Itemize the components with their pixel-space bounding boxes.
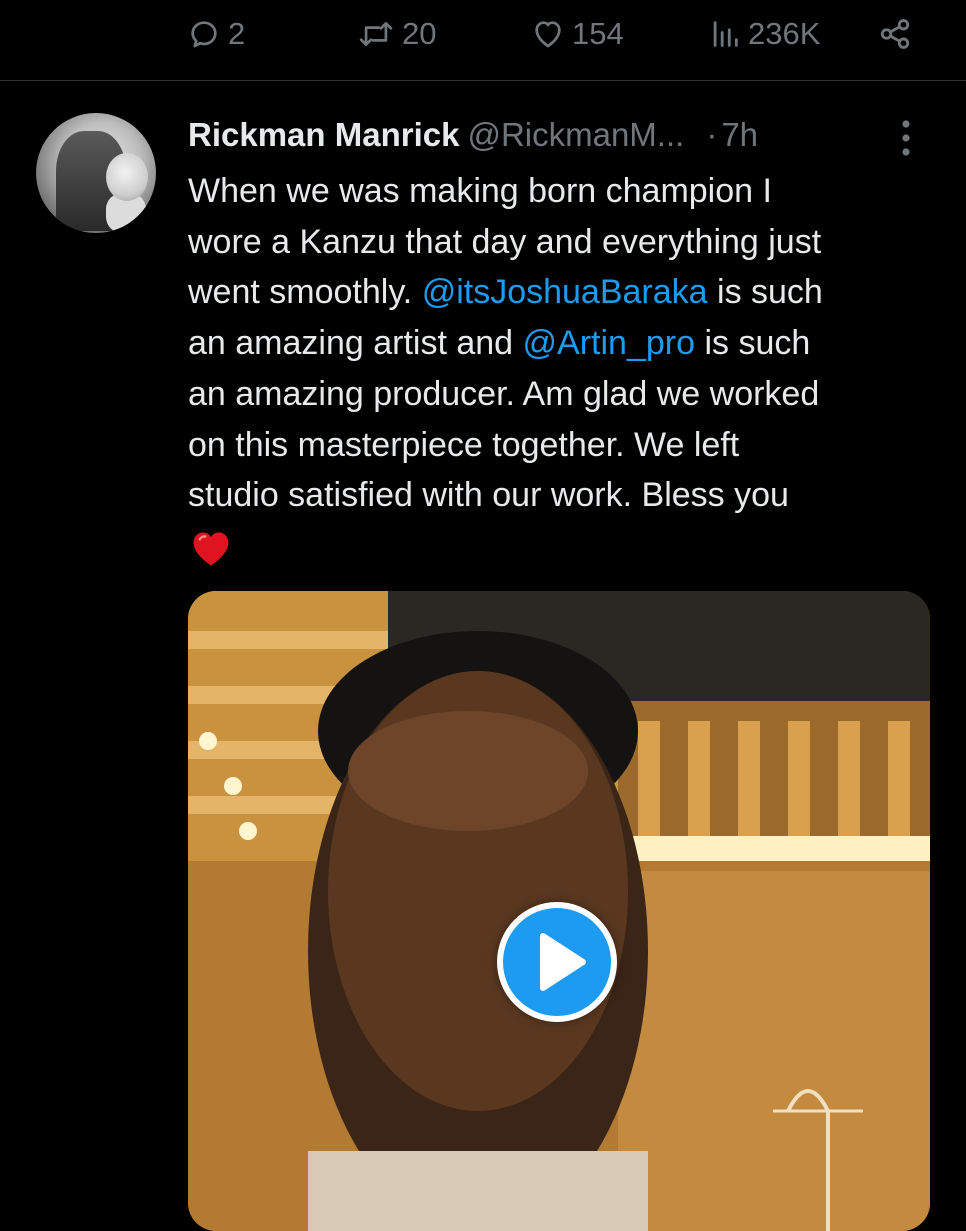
- like-button[interactable]: 154: [530, 14, 624, 54]
- user-handle[interactable]: @RickmanM...: [467, 116, 684, 153]
- reply-button[interactable]: 2: [186, 14, 245, 54]
- tweet-text-line: went smoothly. @itsJoshuaBaraka is such: [188, 273, 823, 312]
- tweet-header: Rickman Manrick @RickmanM... · 7h: [188, 112, 928, 160]
- display-name[interactable]: Rickman Manrick: [188, 116, 459, 153]
- avatar[interactable]: [36, 113, 156, 233]
- views-count: 236K: [748, 16, 821, 51]
- views-icon: [708, 17, 742, 51]
- share-icon: [878, 17, 912, 51]
- more-options-icon[interactable]: [896, 118, 916, 158]
- reply-icon: [186, 17, 222, 51]
- previous-tweet-action-bar: 2 20 154 236K: [0, 0, 966, 80]
- heart-outline-icon: [530, 17, 566, 51]
- time-separator: ·: [706, 116, 718, 153]
- tweet-text-line: studio satisfied with our work. Bless yo…: [188, 476, 789, 515]
- tweet-text-line: an amazing producer. Am glad we worked: [188, 374, 820, 413]
- share-button[interactable]: [878, 14, 912, 54]
- like-count: 154: [572, 16, 624, 51]
- tweet-text-line: When we was making born champion I: [188, 172, 772, 210]
- tweet-text-line: an amazing artist and @Artin_pro is such: [188, 324, 811, 363]
- tweet-text-line: on this masterpiece together. We left: [188, 425, 740, 464]
- tweet-divider: [0, 80, 966, 81]
- play-icon: [540, 933, 586, 991]
- mention-link[interactable]: @Artin_pro: [523, 324, 695, 362]
- views-button[interactable]: 236K: [708, 14, 820, 54]
- tweet-text: When we was making born champion I wore …: [188, 166, 948, 521]
- avatar-figure-baby: [106, 153, 148, 201]
- play-button[interactable]: [497, 902, 617, 1022]
- retweet-button[interactable]: 20: [356, 14, 436, 54]
- red-heart-icon: [190, 528, 232, 568]
- retweet-count: 20: [402, 16, 437, 51]
- retweet-icon: [356, 17, 396, 51]
- tweet-time[interactable]: 7h: [721, 116, 758, 153]
- reply-count: 2: [228, 16, 246, 51]
- tweet-text-line: wore a Kanzu that day and everything jus…: [188, 222, 822, 261]
- mention-link[interactable]: @itsJoshuaBaraka: [422, 273, 708, 311]
